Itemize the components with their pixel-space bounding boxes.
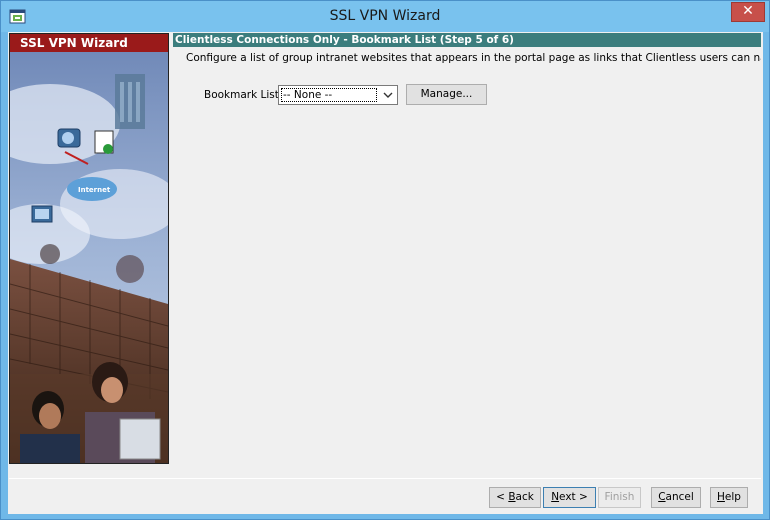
wizard-window: SSL VPN Wizard ✕ SSL VPN Wizard Internet… xyxy=(0,0,770,520)
help-accel: H xyxy=(717,491,725,503)
help-suffix: elp xyxy=(724,491,741,503)
back-suffix: ack xyxy=(515,491,534,503)
back-button[interactable]: < Back xyxy=(489,487,541,508)
footer-separator xyxy=(9,478,761,479)
step-header: Clientless Connections Only - Bookmark L… xyxy=(173,33,761,47)
back-prefix: < xyxy=(496,491,509,503)
banner-title: SSL VPN Wizard xyxy=(10,34,168,52)
bookmark-list-label: Bookmark List: xyxy=(204,89,283,101)
chevron-down-icon[interactable] xyxy=(381,88,395,102)
cancel-suffix: ancel xyxy=(665,491,694,503)
title-bar[interactable]: SSL VPN Wizard ✕ xyxy=(1,1,769,32)
close-button[interactable]: ✕ xyxy=(731,2,765,22)
close-icon: ✕ xyxy=(742,3,754,19)
next-suffix: ext > xyxy=(559,491,588,503)
banner-illustration: Internet xyxy=(10,34,168,463)
next-accel: N xyxy=(551,491,560,503)
cancel-button[interactable]: Cancel xyxy=(651,487,701,508)
window-title: SSL VPN Wizard xyxy=(329,8,441,24)
step-description: Configure a list of group intranet websi… xyxy=(186,52,761,64)
next-button[interactable]: Next > xyxy=(543,487,596,508)
help-button[interactable]: Help xyxy=(710,487,748,508)
internet-cloud-label: Internet xyxy=(78,186,111,194)
back-accel: B xyxy=(508,491,516,503)
wizard-banner-image: SSL VPN Wizard Internet xyxy=(9,33,169,464)
bookmark-list-selected-value: -- None -- xyxy=(281,88,377,102)
wizard-client-area: SSL VPN Wizard Internet Clientless Conne… xyxy=(8,32,763,514)
cancel-accel: C xyxy=(658,491,666,503)
finish-button[interactable]: Finish xyxy=(598,487,641,508)
bookmark-list-select[interactable]: -- None -- xyxy=(278,85,398,105)
manage-bookmarks-button[interactable]: Manage... xyxy=(406,84,487,105)
